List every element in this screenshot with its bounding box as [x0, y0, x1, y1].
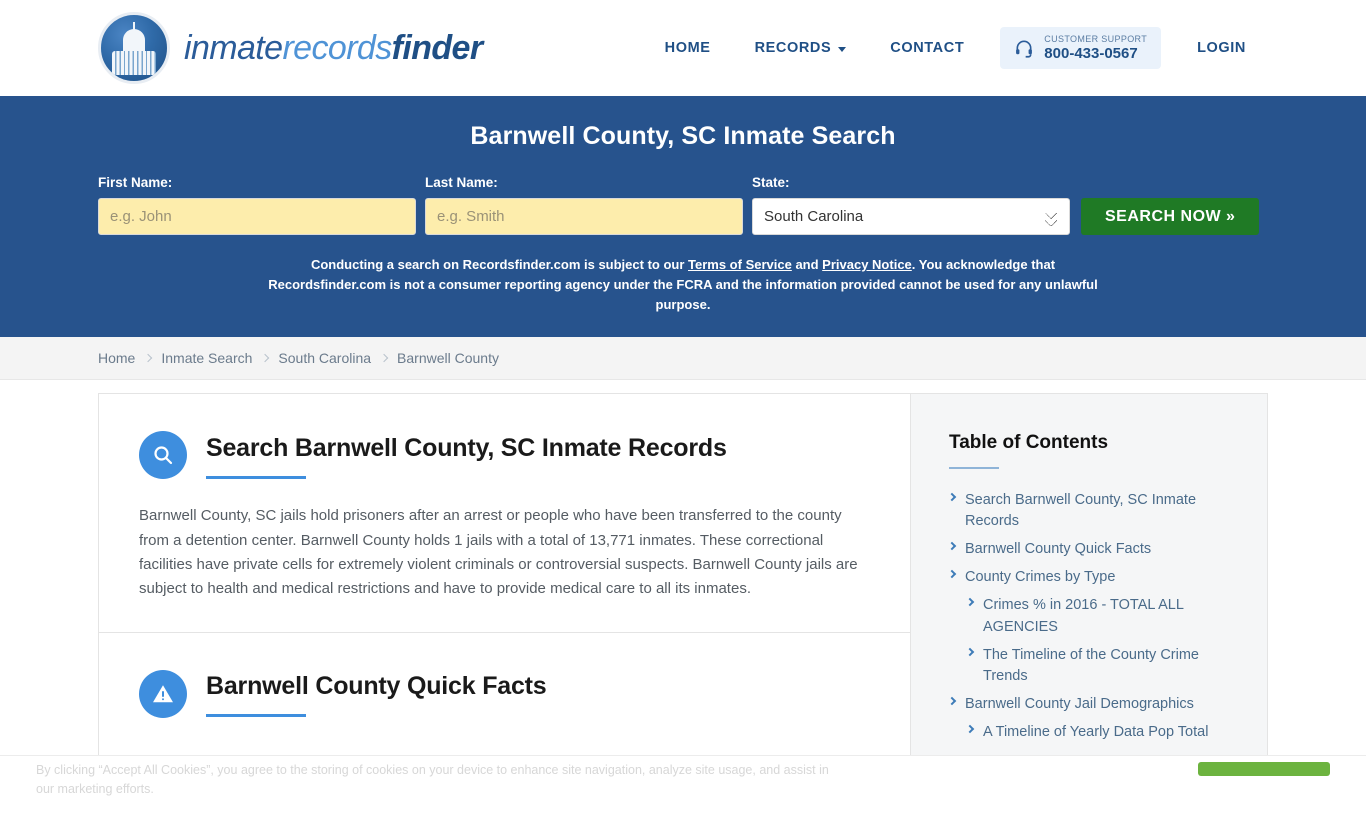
- toc-item[interactable]: Search Barnwell County, SC Inmate Record…: [947, 490, 1235, 532]
- chevron-right-icon: [947, 493, 957, 502]
- toc-item-label[interactable]: Barnwell County Quick Facts: [965, 539, 1151, 560]
- state-label: State:: [752, 175, 790, 190]
- state-field-group: State: South Carolina: [752, 175, 1070, 235]
- chevron-right-icon: [947, 542, 957, 551]
- support-label: CUSTOMER SUPPORT: [1044, 34, 1148, 45]
- chevron-right-icon: [965, 724, 975, 733]
- breadcrumb-item-south-carolina[interactable]: South Carolina: [278, 350, 371, 366]
- cookie-banner-text: By clicking “Accept All Cookies”, you ag…: [36, 763, 829, 796]
- search-now-button[interactable]: SEARCH NOW »: [1081, 198, 1260, 235]
- capitol-dome-icon: [98, 12, 170, 84]
- last-name-field-group: Last Name:: [425, 175, 743, 235]
- toc-underline: [949, 467, 999, 470]
- toc-item-label[interactable]: The Timeline of the County Crime Trends: [983, 645, 1235, 687]
- first-name-label: First Name:: [98, 175, 173, 190]
- toc-item[interactable]: Barnwell County Jail Demographics: [947, 694, 1235, 715]
- privacy-notice-link[interactable]: Privacy Notice: [822, 257, 912, 272]
- section-underline: [206, 475, 306, 479]
- headset-icon: [1016, 40, 1033, 58]
- toc-list: Search Barnwell County, SC Inmate Record…: [947, 490, 1235, 743]
- table-of-contents: Table of Contents Search Barnwell County…: [910, 393, 1268, 773]
- chevron-right-icon: [947, 570, 957, 579]
- article-card: Search Barnwell County, SC Inmate Record…: [98, 393, 910, 773]
- section-title: Barnwell County Quick Facts: [206, 672, 547, 701]
- toc-title: Table of Contents: [949, 432, 1109, 454]
- toc-item-label[interactable]: County Crimes by Type: [965, 567, 1115, 588]
- chevron-down-icon: [838, 46, 847, 52]
- search-disclaimer: Conducting a search on Recordsfinder.com…: [253, 255, 1113, 315]
- first-name-input[interactable]: [98, 198, 416, 235]
- main-navigation: HOME RECORDS CONTACT CUSTOMER SUPPORT 80…: [643, 27, 1268, 69]
- nav-contact[interactable]: CONTACT: [868, 40, 986, 56]
- terms-of-service-link[interactable]: Terms of Service: [688, 257, 792, 272]
- chevron-right-icon: [144, 354, 153, 363]
- last-name-label: Last Name:: [425, 175, 498, 190]
- accept-all-cookies-button[interactable]: Accept All Cookies: [1198, 762, 1330, 776]
- chevron-right-icon: [261, 354, 270, 363]
- section-header: Search Barnwell County, SC Inmate Record…: [139, 431, 870, 480]
- state-select[interactable]: South Carolina: [752, 198, 1070, 235]
- section-quick-facts: Barnwell County Quick Facts: [99, 633, 910, 718]
- breadcrumb-item-home[interactable]: Home: [98, 350, 135, 366]
- nav-records-label: RECORDS: [754, 40, 832, 56]
- chevron-right-icon: [947, 696, 957, 705]
- breadcrumb-item-current: Barnwell County: [397, 350, 499, 367]
- nav-login[interactable]: LOGIN: [1175, 40, 1268, 56]
- nav-records[interactable]: RECORDS: [733, 40, 869, 56]
- toc-item-label[interactable]: Search Barnwell County, SC Inmate Record…: [965, 490, 1235, 532]
- toc-item-label[interactable]: A Timeline of Yearly Data Pop Total: [983, 722, 1208, 743]
- disclaimer-text-1: Conducting a search on Recordsfinder.com…: [310, 257, 689, 272]
- last-name-input[interactable]: [425, 198, 743, 235]
- section-header: Barnwell County Quick Facts: [139, 669, 870, 718]
- wordmark: inmaterecordsfinder: [184, 29, 483, 68]
- site-header: inmaterecordsfinder HOME RECORDS CONTACT…: [0, 0, 1366, 96]
- toc-item[interactable]: Crimes % in 2016 - TOTAL ALL AGENCIES: [949, 595, 1235, 637]
- nav-home[interactable]: HOME: [643, 40, 733, 56]
- inmate-search-form: First Name: Last Name: State: South Caro…: [98, 175, 1268, 235]
- chevron-right-icon: [379, 354, 389, 363]
- breadcrumb-item-inmate-search[interactable]: Inmate Search: [161, 350, 252, 366]
- support-phone[interactable]: 800-433-0567: [1044, 45, 1147, 62]
- toc-item[interactable]: A Timeline of Yearly Data Pop Total: [949, 722, 1235, 743]
- customer-support-badge[interactable]: CUSTOMER SUPPORT 800-433-0567: [1000, 27, 1162, 69]
- wordmark-part-1: inmate: [184, 28, 283, 67]
- warning-triangle-icon: [139, 669, 187, 718]
- section-underline: [206, 714, 306, 718]
- section-body-text: Barnwell County, SC jails hold prisoners…: [139, 507, 858, 598]
- site-logo[interactable]: inmaterecordsfinder: [98, 12, 483, 84]
- section-search-records: Search Barnwell County, SC Inmate Record…: [99, 394, 910, 631]
- chevron-right-icon: [965, 647, 975, 656]
- section-title: Search Barnwell County, SC Inmate Record…: [206, 433, 727, 462]
- wordmark-part-2: records: [282, 28, 392, 67]
- toc-item[interactable]: Barnwell County Quick Facts: [947, 539, 1235, 560]
- disclaimer-text-2: and: [791, 257, 823, 272]
- toc-item-label[interactable]: Barnwell County Jail Demographics: [965, 694, 1194, 715]
- chevron-right-icon: [965, 598, 975, 607]
- first-name-field-group: First Name:: [98, 175, 416, 235]
- cookie-consent-banner: By clicking “Accept All Cookies”, you ag…: [0, 755, 1366, 815]
- hero-search-section: Barnwell County, SC Inmate Search First …: [0, 96, 1366, 338]
- main-content: Search Barnwell County, SC Inmate Record…: [0, 393, 1366, 773]
- breadcrumb: Home Inmate Search South Carolina Barnwe…: [0, 337, 1366, 381]
- toc-item[interactable]: The Timeline of the County Crime Trends: [949, 645, 1235, 687]
- wordmark-part-3: finder: [391, 28, 483, 67]
- magnifier-icon: [139, 431, 187, 480]
- toc-item-label[interactable]: Crimes % in 2016 - TOTAL ALL AGENCIES: [983, 595, 1235, 637]
- toc-item[interactable]: County Crimes by Type: [947, 567, 1235, 588]
- page-title: Barnwell County, SC Inmate Search: [470, 122, 896, 150]
